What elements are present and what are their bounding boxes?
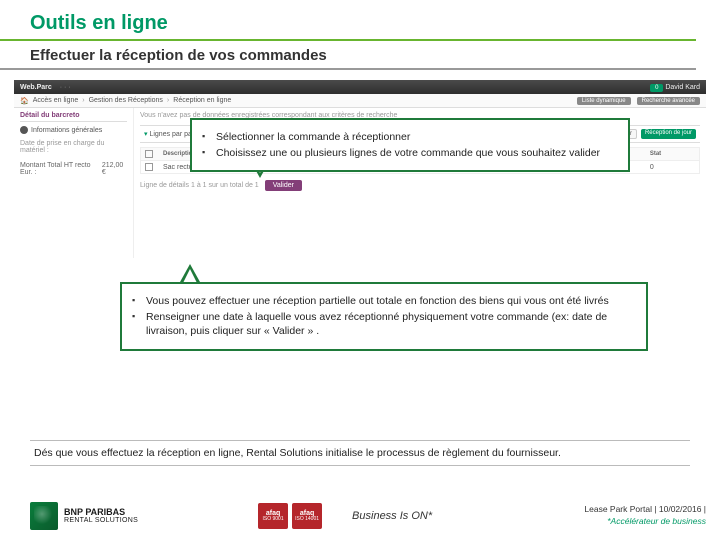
btn-list-dynamic[interactable]: Liste dynamique <box>577 97 631 105</box>
left-panel-title: Détail du barcreto <box>20 112 127 122</box>
breadcrumb: 🏠 Accès en ligne › Gestion des Réception… <box>14 94 706 108</box>
th-status: Stat <box>650 151 695 157</box>
amount-value: 212,00 € <box>102 162 127 176</box>
btn-advanced-search[interactable]: Recherche avancée <box>637 97 700 105</box>
page-subtitle: Effectuer la réception de vos commandes <box>0 47 696 70</box>
bottom-note: Dés que vous effectuez la réception en l… <box>30 440 690 466</box>
afaq-badge-2: afaqISO 14001 <box>292 503 322 529</box>
td-status: 0 <box>650 164 695 171</box>
bnp-logo-text: BNP PARIBAS RENTAL SOLUTIONS <box>64 508 138 525</box>
info-general: Informations générales <box>20 126 127 134</box>
notif-badge[interactable]: 0 <box>650 84 663 92</box>
left-panel: Détail du barcreto Informations générale… <box>14 108 134 258</box>
footer-tagline: *Accélérateur de business <box>584 516 706 528</box>
chevron-down-icon[interactable]: ▾ <box>144 131 148 138</box>
home-icon[interactable]: 🏠 <box>20 97 29 105</box>
callout-top-item-2: Choisissez une ou plusieurs lignes de vo… <box>202 146 618 160</box>
callout-bottom: Vous pouvez effectuer une réception part… <box>120 282 648 351</box>
btn-receive-today[interactable]: Réception de jour <box>641 129 696 139</box>
callout-bottom-tail <box>180 264 200 282</box>
breadcrumb-l2: Réception en ligne <box>173 97 231 104</box>
page-footer: BNP PARIBAS RENTAL SOLUTIONS afaqISO 900… <box>30 502 706 530</box>
footer-meta-line: Lease Park Portal | 10/02/2016 | <box>584 504 706 516</box>
toolbar-spacer: · · · <box>60 84 71 91</box>
validate-button[interactable]: Valider <box>265 180 302 191</box>
bnp-sub: RENTAL SOLUTIONS <box>64 517 138 524</box>
page-title: Outils en ligne <box>0 0 696 41</box>
info-icon <box>20 126 28 134</box>
bnp-logo-icon <box>30 502 58 530</box>
info-general-label: Informations générales <box>31 127 102 134</box>
date-line: Date de prise en charge du matériel : <box>20 140 127 154</box>
brand-label: Web.Parc <box>20 84 52 91</box>
user-name[interactable]: David Kard <box>665 84 700 91</box>
callout-top-item-1: Sélectionner la commande à réceptionner <box>202 130 618 144</box>
callout-bottom-item-2: Renseigner une date à laquelle vous avez… <box>132 310 636 338</box>
breadcrumb-l1[interactable]: Gestion des Réceptions <box>89 97 163 104</box>
amount-label: Montant Total HT recto Eur. : <box>20 162 102 176</box>
afaq-badge-1: afaqISO 9001 <box>258 503 288 529</box>
toolbar-right: 0 David Kard <box>650 84 700 91</box>
app-screenshot: Web.Parc · · · 0 David Kard 🏠 Accès en l… <box>14 80 706 280</box>
pager-text: Ligne de détails 1 à 1 sur un total de 1 <box>140 182 259 189</box>
callout-top: Sélectionner la commande à réceptionner … <box>190 118 630 172</box>
bnp-name: BNP PARIBAS <box>64 507 125 517</box>
bnp-logo: BNP PARIBAS RENTAL SOLUTIONS <box>30 502 138 530</box>
afaq-badges: afaqISO 9001 afaqISO 14001 <box>258 503 322 529</box>
callout-bottom-item-1: Vous pouvez effectuer une réception part… <box>132 294 636 308</box>
toolbar: Web.Parc · · · 0 David Kard <box>14 80 706 94</box>
footer-meta: Lease Park Portal | 10/02/2016 | *Accélé… <box>584 504 706 528</box>
business-is-on: Business Is ON* <box>352 510 432 522</box>
checkbox-row[interactable] <box>145 163 153 171</box>
checkbox-all[interactable] <box>145 150 153 158</box>
breadcrumb-home[interactable]: Accès en ligne <box>33 97 79 104</box>
